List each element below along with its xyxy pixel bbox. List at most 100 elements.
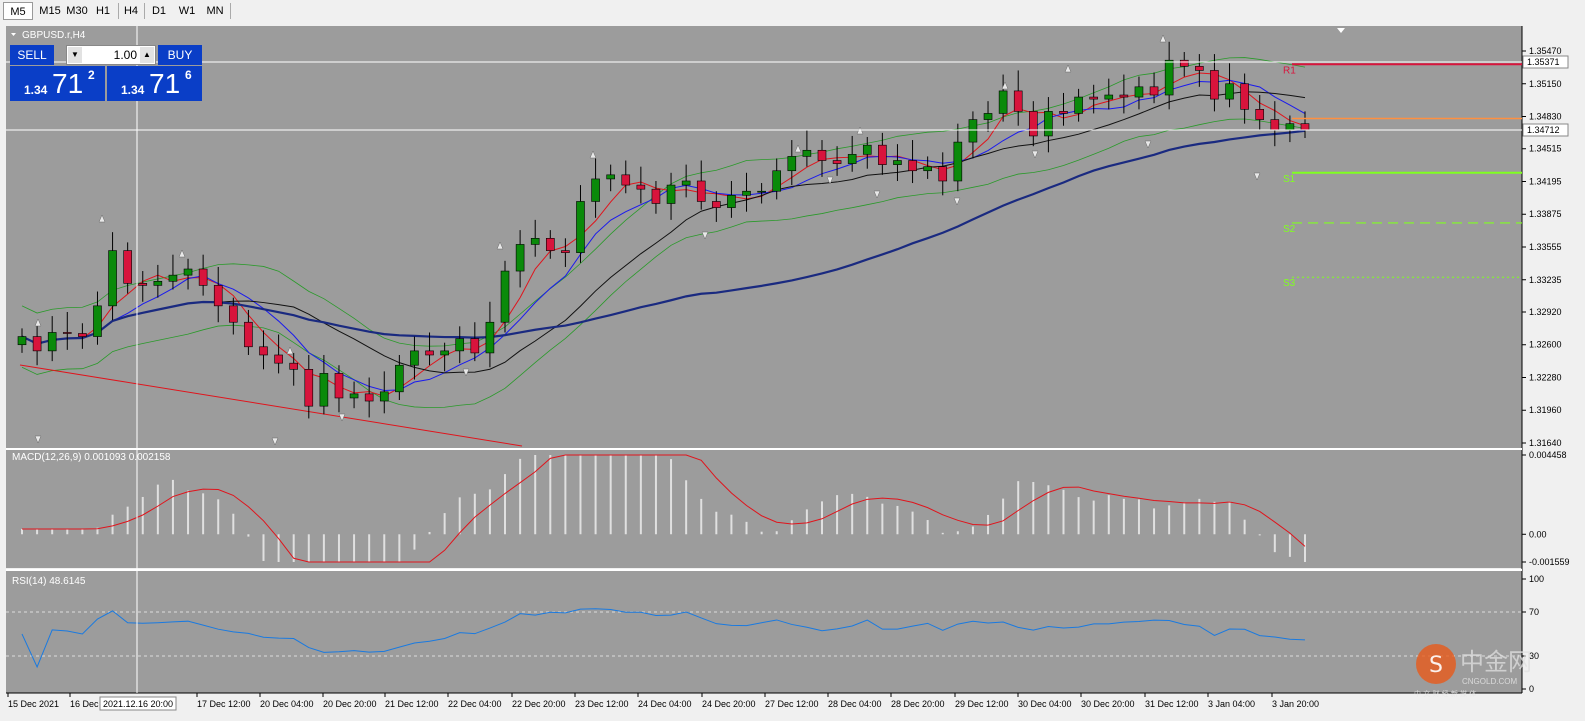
candle[interactable]: [349, 393, 359, 399]
candle[interactable]: [832, 160, 842, 164]
candle[interactable]: [364, 393, 374, 402]
candle[interactable]: [1119, 94, 1129, 98]
candle[interactable]: [198, 268, 208, 286]
tf-m30-button[interactable]: M30: [62, 2, 92, 20]
candle[interactable]: [878, 144, 887, 165]
candle[interactable]: [1059, 111, 1068, 114]
candle[interactable]: [908, 160, 917, 172]
buy-price-box[interactable]: 1.34 71 6: [107, 66, 202, 101]
candle[interactable]: [1285, 123, 1295, 131]
candle[interactable]: [183, 268, 193, 276]
candle[interactable]: [561, 250, 570, 253]
macd-panel[interactable]: [6, 450, 1522, 568]
candle[interactable]: [153, 280, 163, 286]
candle[interactable]: [62, 332, 72, 334]
candle[interactable]: [1240, 83, 1249, 110]
candle[interactable]: [1044, 111, 1053, 137]
candle[interactable]: [274, 354, 283, 364]
buy-button[interactable]: BUY: [158, 45, 202, 65]
candle[interactable]: [395, 364, 404, 393]
candle[interactable]: [229, 305, 238, 323]
candle[interactable]: [787, 156, 797, 172]
candle[interactable]: [1149, 86, 1159, 96]
candle[interactable]: [772, 170, 782, 192]
candle[interactable]: [983, 113, 993, 120]
candle[interactable]: [576, 201, 585, 253]
candle[interactable]: [93, 305, 102, 337]
candle[interactable]: [651, 188, 661, 204]
candle[interactable]: [17, 336, 27, 346]
chart-window[interactable]: R1S1S2S3 1.354701.351501.348301.345151.3…: [0, 22, 1585, 721]
candle[interactable]: [500, 270, 510, 323]
candle[interactable]: [123, 250, 132, 284]
candle[interactable]: [1195, 66, 1204, 71]
lot-size-input[interactable]: ▼ 1.00 ▲: [66, 45, 156, 65]
candle[interactable]: [591, 178, 600, 202]
candle[interactable]: [515, 244, 525, 272]
candle[interactable]: [47, 332, 57, 352]
candle[interactable]: [998, 90, 1008, 114]
candle[interactable]: [1179, 59, 1189, 67]
tf-d1-button[interactable]: D1: [146, 2, 172, 20]
candle[interactable]: [953, 141, 963, 182]
candle[interactable]: [666, 184, 676, 204]
candle[interactable]: [304, 369, 314, 407]
candle[interactable]: [455, 338, 465, 352]
candle[interactable]: [425, 350, 434, 356]
candle[interactable]: [636, 184, 646, 190]
candle[interactable]: [893, 160, 902, 165]
candle[interactable]: [681, 180, 691, 186]
candle[interactable]: [289, 362, 298, 370]
sell-price-box[interactable]: 1.34 71 2: [10, 66, 105, 101]
sell-button[interactable]: SELL: [10, 45, 54, 65]
candle[interactable]: [862, 144, 872, 155]
candle[interactable]: [213, 285, 223, 307]
candle[interactable]: [968, 119, 978, 143]
lot-decrease-icon[interactable]: ▼: [68, 47, 82, 63]
candle[interactable]: [410, 350, 419, 366]
candle[interactable]: [1074, 96, 1083, 114]
tf-mn-button[interactable]: MN: [202, 2, 228, 20]
candle[interactable]: [606, 174, 615, 180]
candle[interactable]: [168, 274, 178, 282]
candle[interactable]: [108, 250, 117, 307]
candle[interactable]: [1104, 94, 1114, 100]
candle[interactable]: [923, 166, 932, 172]
tf-h1-button[interactable]: H1: [90, 2, 116, 20]
tf-m5-button[interactable]: M5: [3, 2, 33, 20]
candle[interactable]: [1270, 119, 1280, 131]
candle[interactable]: [742, 190, 751, 196]
candle[interactable]: [712, 201, 721, 208]
candle[interactable]: [1013, 90, 1023, 112]
candle[interactable]: [1210, 70, 1219, 100]
lot-increase-icon[interactable]: ▲: [140, 47, 154, 63]
candle[interactable]: [1255, 109, 1265, 120]
candle[interactable]: [847, 154, 857, 164]
candle[interactable]: [530, 238, 540, 245]
lot-value[interactable]: 1.00: [83, 46, 139, 64]
candle[interactable]: [1164, 59, 1174, 96]
candle[interactable]: [470, 338, 480, 354]
candle[interactable]: [1029, 111, 1038, 137]
candle[interactable]: [1089, 96, 1098, 100]
candle[interactable]: [802, 149, 812, 157]
candle[interactable]: [485, 321, 495, 354]
tf-m15-button[interactable]: M15: [35, 2, 65, 20]
candle[interactable]: [78, 333, 87, 337]
candle[interactable]: [938, 166, 948, 182]
candle[interactable]: [727, 195, 736, 208]
candle[interactable]: [817, 149, 827, 161]
candle[interactable]: [319, 373, 329, 407]
candle[interactable]: [1300, 123, 1310, 131]
candle[interactable]: [696, 180, 706, 202]
candle[interactable]: [138, 283, 148, 286]
candle[interactable]: [244, 321, 253, 348]
candle[interactable]: [32, 336, 42, 352]
candle[interactable]: [259, 346, 268, 356]
candle[interactable]: [757, 190, 766, 193]
candle[interactable]: [545, 238, 555, 251]
candle[interactable]: [1225, 83, 1234, 100]
candle[interactable]: [334, 373, 344, 399]
tf-h4-button[interactable]: H4: [120, 2, 142, 20]
candle[interactable]: [440, 350, 449, 356]
